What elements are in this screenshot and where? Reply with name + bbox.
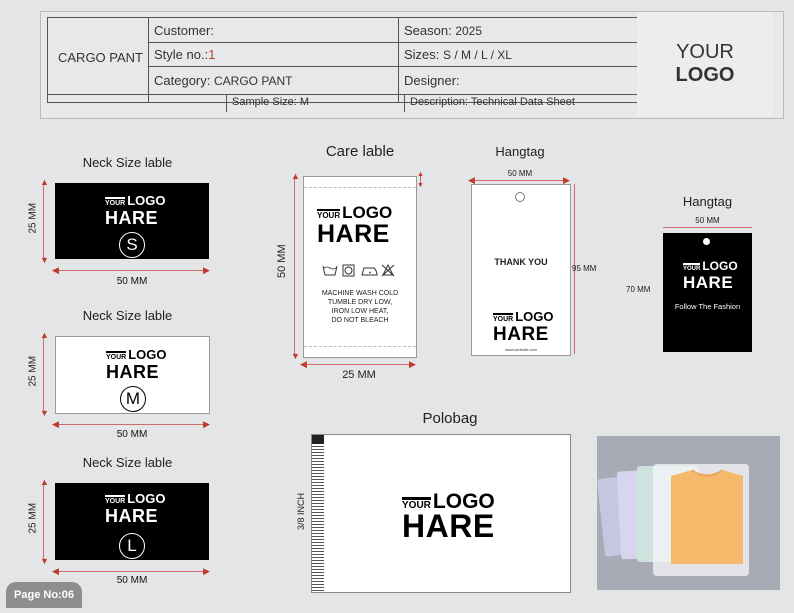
hangtag-white: THANK YOU YOUR LOGO HARE www.website.com (471, 184, 571, 356)
description: Description: Technical Data Sheet (410, 96, 575, 108)
sizes: Sizes: S / M / L / XL (404, 47, 512, 62)
style-label: Style no.: (154, 47, 209, 62)
website-text: www.website.com (505, 347, 537, 352)
brand-logo: YOURLOGO HARE (105, 193, 166, 228)
brand-logo: YOURLOGO HARE (493, 309, 554, 345)
care-symbols-icon (322, 263, 395, 277)
polobag-dimension: 3/8 INCH (296, 492, 306, 530)
designer-label: Designer: (404, 73, 460, 88)
neck-s-height: 25 MM (27, 202, 39, 234)
season: Season: 2025 (404, 23, 482, 38)
care-height: 50 MM (276, 244, 288, 278)
zipper-strip (312, 435, 324, 592)
neck-label-l-title: Neck Size lable (82, 455, 173, 470)
brand-logo: YOURLOGO HARE (402, 490, 495, 544)
style-no: Style no.:1 (154, 47, 215, 62)
care-label-title: Care lable (325, 143, 395, 160)
header-logo-line1: YOUR (676, 41, 734, 63)
category-label: Category: (154, 73, 211, 88)
hangtag-black: YOUR LOGO HARE Follow The Fashion (663, 233, 752, 352)
size-m-icon: M (120, 386, 146, 412)
hangtag-white-height: 95 MM (572, 264, 597, 273)
neck-label-s-title: Neck Size lable (82, 155, 173, 170)
hangtag-white-title: Hangtag (495, 144, 545, 159)
brand-logo: YOURLOGO HARE (105, 491, 166, 526)
care-instructions: MACHINE WASH COLD TUMBLE DRY LOW, IRON L… (321, 290, 399, 324)
neck-m-height: 25 MM (27, 355, 39, 387)
header-logo: YOUR LOGO (637, 12, 773, 116)
neck-label-m-title: Neck Size lable (82, 308, 173, 323)
zipper-slider-icon (312, 435, 324, 444)
care-label: YOUR LOGO HARE MACHINE WASH COLD TUMBLE D… (303, 176, 417, 358)
hangtag-black-width: 50 MM (695, 216, 720, 225)
sizes-label: Sizes: (404, 47, 440, 62)
polobag-title: Polobag (422, 410, 478, 427)
brand-logo: YOURLOGO HARE (683, 259, 738, 292)
neck-m-width: 50 MM (116, 429, 148, 440)
category: Category: CARGO PANT (154, 73, 292, 88)
thank-you-text: THANK YOU (494, 257, 548, 267)
style-value: 1 (208, 47, 216, 62)
neck-l-height: 25 MM (27, 502, 39, 534)
hangtag-black-height: 70 MM (626, 285, 651, 294)
neck-label-s: YOUR LOGO HARE S (55, 183, 209, 259)
customer-label: Customer: (154, 23, 214, 38)
sample-size: Sample Size: M (232, 96, 310, 108)
care-width: 25 MM (342, 369, 376, 381)
header-logo-line2: LOGO (675, 64, 735, 86)
category-value: CARGO PANT (214, 74, 293, 88)
sizes-value: S / M / L / XL (443, 48, 512, 62)
product-photo (597, 436, 780, 590)
neck-label-l: YOUR LOGO HARE L (55, 483, 209, 560)
spec-header: CARGO PANT Customer: Style no.:1 Categor… (40, 11, 784, 119)
season-value: 2025 (455, 24, 483, 38)
brand-logo: YOURLOGO HARE (106, 347, 167, 382)
hole-icon (515, 192, 525, 202)
neck-label-m: YOUR LOGO HARE M (55, 336, 210, 414)
season-label: Season: (404, 23, 452, 38)
product-name: CARGO PANT (58, 50, 143, 65)
hole-icon (703, 238, 710, 245)
hangtag-white-width: 50 MM (507, 169, 533, 178)
follow-fashion-text: Follow The Fashion (674, 302, 741, 311)
size-l-icon: L (119, 533, 145, 559)
size-s-icon: S (119, 232, 145, 258)
polobag: YOURLOGO HARE (311, 434, 571, 593)
hangtag-black-title: Hangtag (682, 194, 733, 209)
brand-logo: YOURLOGO HARE (317, 203, 393, 248)
neck-s-width: 50 MM (116, 276, 148, 287)
page-number: Page No:06 (6, 582, 82, 608)
spec-table: CARGO PANT Customer: Style no.:1 Categor… (47, 17, 649, 112)
